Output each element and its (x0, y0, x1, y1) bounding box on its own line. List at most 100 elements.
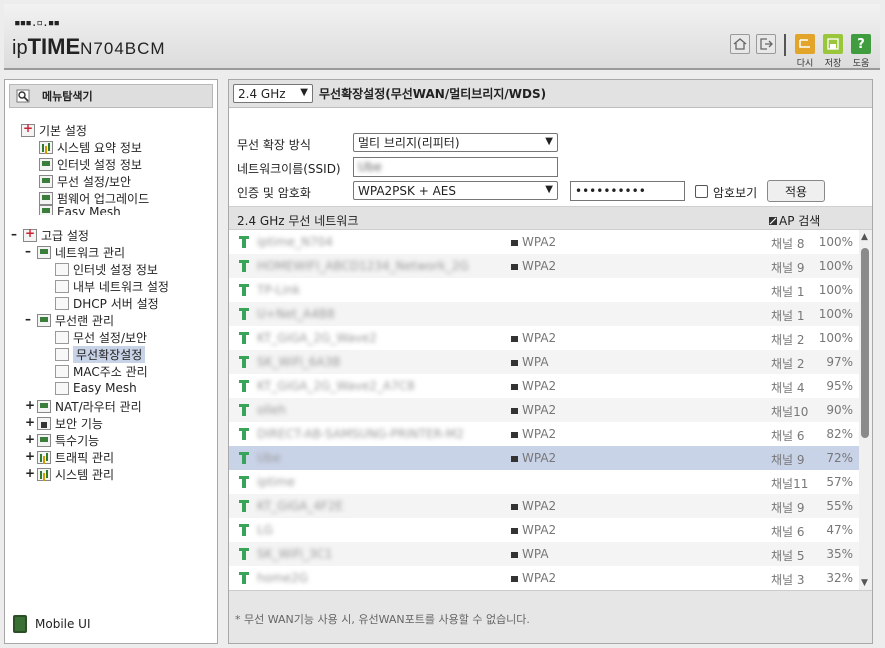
save-button[interactable]: 저장 (822, 34, 844, 69)
wifi-icon (39, 174, 53, 188)
ssid-label: 네트워크이름(SSID) (237, 162, 341, 176)
network-row[interactable]: olleh WPA2 채널10 90% (229, 398, 859, 422)
traffic-icon (37, 450, 51, 464)
document-icon (55, 347, 69, 361)
collapse-toggle-network[interactable]: – (25, 244, 31, 258)
network-row[interactable]: DIRECT-AB-SAMSUNG-PRINTER-M2 WPA2 채널 6 82% (229, 422, 859, 446)
network-row[interactable]: KT_GiGA_2G_Wave2_A7C8 WPA2 채널 4 95% (229, 374, 859, 398)
scroll-down-icon[interactable]: ▼ (861, 578, 868, 588)
sidebar-item-mac-management[interactable]: MAC주소 관리 (55, 363, 148, 379)
sidebar-item-wireless-settings[interactable]: 무선 설정/보안 (55, 329, 147, 345)
sidebar-item-easymesh-basic[interactable]: Easy Mesh (39, 205, 121, 215)
expand-toggle-traffic[interactable]: + (25, 449, 35, 463)
auth-label: 인증 및 암호화 (237, 186, 311, 200)
collapse-toggle-advanced[interactable]: – (11, 227, 17, 241)
lock-icon (511, 504, 518, 510)
mode-select[interactable]: 멀티 브리지(리피터) ▼ (353, 133, 558, 152)
sidebar-item-wireless-extension[interactable]: 무선확장설정 (55, 345, 146, 363)
network-channel: 채널11 (771, 477, 809, 491)
password-input[interactable]: •••••••••• (570, 181, 685, 201)
network-row[interactable]: U+Net_A4B8 채널 1 100% (229, 302, 859, 326)
sidebar-item-firmware[interactable]: 펌웨어 업그레이드 (39, 190, 149, 206)
network-row[interactable]: home2G WPA2 채널 3 32% (229, 566, 859, 590)
tree-special[interactable]: 특수기능 (37, 432, 99, 448)
main-toolbar: 2.4 GHz ▼ 무선확장설정(무선WAN/멀티브리지/WDS) (229, 80, 872, 108)
tree-security[interactable]: 보안 기능 (37, 415, 103, 431)
network-row[interactable]: SK_WiFi_6A3B WPA 채널 2 97% (229, 350, 859, 374)
network-row[interactable]: LG WPA2 채널 6 47% (229, 518, 859, 542)
expand-toggle-special[interactable]: + (25, 432, 35, 446)
sidebar-item-label: 펌웨어 업그레이드 (57, 191, 150, 206)
tree-nat-router[interactable]: NAT/라우터 관리 (37, 398, 142, 414)
ssid-input[interactable]: Ube (353, 157, 558, 177)
network-row[interactable]: SK_WiFi_3C1 WPA 채널 5 35% (229, 542, 859, 566)
tree-network-management[interactable]: 네트워크 관리 (37, 244, 125, 260)
expand-toggle-nat[interactable]: + (25, 398, 35, 412)
tree-system[interactable]: 시스템 관리 (37, 466, 114, 482)
upgrade-icon (39, 191, 53, 205)
network-row[interactable]: iptime 채널11 57% (229, 470, 859, 494)
band-select[interactable]: 2.4 GHz ▼ (233, 84, 313, 103)
network-row[interactable]: KT_GiGA_2G_Wave2 WPA2 채널 2 100% (229, 326, 859, 350)
network-security: WPA2 (511, 499, 556, 513)
home-icon[interactable] (730, 34, 750, 54)
network-row[interactable]: Ube WPA2 채널 9 72% (229, 446, 859, 470)
network-ssid: HOMEWIFI_ABCD1234_Network_2G (257, 259, 469, 273)
undo-button[interactable]: 다시 (794, 34, 816, 69)
sidebar-item-internet-settings[interactable]: 인터넷 설정 정보 (55, 261, 158, 277)
tree-basic-settings[interactable]: 기본 설정 (21, 121, 87, 138)
network-signal: 100% (818, 259, 853, 273)
tree-wireless-management[interactable]: 무선랜 관리 (37, 312, 114, 328)
show-password-checkbox[interactable] (695, 185, 708, 198)
scroll-up-icon[interactable]: ▲ (861, 232, 868, 242)
network-row[interactable]: iptime_N704 WPA2 채널 8 100% (229, 230, 859, 254)
signal-icon (239, 500, 249, 512)
collapse-toggle-wireless[interactable]: – (25, 312, 31, 326)
sidebar-item-dhcp[interactable]: DHCP 서버 설정 (55, 295, 159, 311)
network-row[interactable]: HOMEWIFI_ABCD1234_Network_2G WPA2 채널 9 100% (229, 254, 859, 278)
network-signal: 100% (818, 235, 853, 249)
network-signal: 55% (826, 499, 853, 513)
sidebar-item-system-summary[interactable]: 시스템 요약 정보 (39, 139, 142, 155)
network-security-label: WPA2 (522, 571, 557, 585)
auth-select[interactable]: WPA2PSK + AES ▼ (353, 181, 558, 200)
lock-icon (511, 528, 518, 534)
sidebar-item-internet-info[interactable]: 인터넷 설정 정보 (39, 156, 142, 172)
sidebar-item-lan-settings[interactable]: 내부 네트워크 설정 (55, 278, 169, 294)
signal-icon (239, 548, 249, 560)
network-ssid: KT_GiGA_2G_Wave2 (257, 331, 377, 345)
network-signal: 100% (818, 307, 853, 321)
logout-icon[interactable] (756, 34, 776, 54)
network-channel: 채널 9 (771, 501, 805, 515)
sidebar-item-easymesh[interactable]: Easy Mesh (55, 380, 137, 396)
scroll-thumb[interactable] (861, 248, 869, 438)
save-icon (823, 34, 843, 54)
network-security-label: WPA2 (522, 379, 557, 393)
lock-icon (511, 240, 518, 246)
ap-scan-button[interactable]: AP 검색 (769, 212, 820, 229)
mobile-ui-link[interactable]: Mobile UI (13, 615, 91, 633)
sidebar-item-label: 무선 설정/보안 (73, 330, 148, 345)
network-ssid: Ube (257, 451, 281, 465)
expand-toggle-system[interactable]: + (25, 466, 35, 480)
signal-icon (239, 380, 249, 392)
tree-advanced-settings[interactable]: 고급 설정 (23, 226, 89, 243)
tree-traffic[interactable]: 트래픽 관리 (37, 449, 114, 465)
chart-icon (39, 140, 53, 154)
help-icon: ? (851, 34, 871, 54)
menu-explorer-header: 메뉴탐색기 (9, 84, 213, 108)
sidebar-item-wireless-security[interactable]: 무선 설정/보안 (39, 173, 131, 189)
mobile-phone-icon (13, 615, 27, 633)
mode-select-value: 멀티 브리지(리피터) (358, 136, 460, 150)
network-security-label: WPA2 (522, 427, 557, 441)
network-scrollbar[interactable]: ▲ ▼ (859, 230, 872, 590)
apply-button[interactable]: 적용 (767, 180, 825, 202)
band-select-value: 2.4 GHz (238, 86, 286, 101)
network-security: WPA2 (511, 259, 556, 273)
network-security-label: WPA2 (522, 451, 557, 465)
model-name: N704BCM (80, 39, 166, 58)
network-row[interactable]: TP-Link 채널 1 100% (229, 278, 859, 302)
network-row[interactable]: KT_GiGA_4F2E WPA2 채널 9 55% (229, 494, 859, 518)
help-button[interactable]: ? 도움 (850, 34, 872, 69)
expand-toggle-security[interactable]: + (25, 415, 35, 429)
